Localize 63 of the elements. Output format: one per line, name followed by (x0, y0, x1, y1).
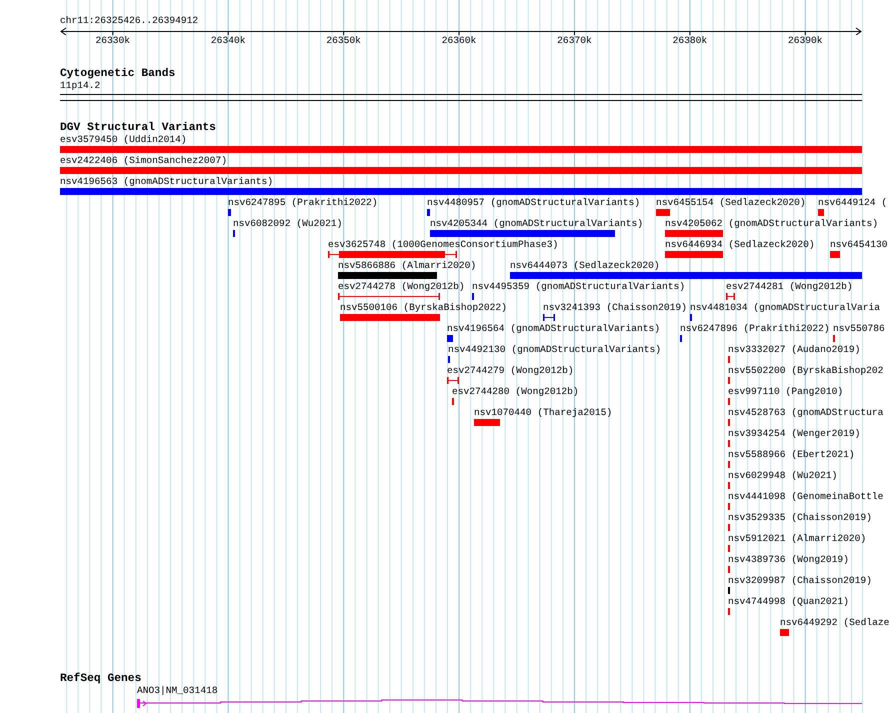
tick-label: 26330k (96, 35, 130, 47)
variant-label: nsv6247896 (Prakrithi2022) (680, 323, 830, 335)
tick-label: 26390k (788, 35, 823, 47)
variant-label: nsv6446934 (Sedlazeck2020) (664, 239, 815, 251)
variant-label: nsv550786 (832, 323, 885, 335)
variant-bar[interactable] (448, 356, 450, 363)
variant-label: nsv4205062 (gnomADStructuralVariants) (664, 218, 878, 230)
variant-label: nsv3209987 (Chaisson2019) (728, 575, 872, 587)
gene-label: ANO3|NM_031418 (136, 685, 218, 697)
variant-label: nsv5500106 (ByrskaBishop2022) (340, 302, 507, 314)
variant-label: nsv3241393 (Chaisson2019) (542, 302, 687, 314)
variant-label: nsv6444073 (Sedlazeck2020) (510, 260, 660, 272)
variant-label: nsv4481034 (gnomADStructuralVaria (690, 302, 880, 314)
tick-label: 26370k (557, 35, 592, 47)
variant-label: esv2744281 (Wong2012b) (726, 281, 853, 293)
variant-label: esv2744279 (Wong2012b) (446, 365, 574, 377)
variant-label: esv2744280 (Wong2012b) (452, 386, 579, 398)
variant-label: nsv4196563 (gnomADStructuralVariants) (60, 176, 274, 188)
variant-bar[interactable] (542, 314, 555, 321)
variant-label: nsv6454130 (830, 239, 888, 251)
variant-label: esv2422406 (SimonSanchez2007) (60, 155, 227, 167)
variant-label: nsv6455154 (Sedlazeck2020) (656, 197, 806, 209)
variant-label: nsv6082092 (Wu2021) (233, 218, 342, 230)
variant-label: esv997110 (Pang2010) (728, 386, 844, 398)
variant-label: nsv4480957 (gnomADStructuralVariants) (426, 197, 640, 209)
variant-label: nsv5502200 (ByrskaBishop202 (728, 365, 884, 377)
variant-label: nsv3529335 (Chaisson2019) (728, 512, 872, 524)
variant-label: nsv1070440 (Thareja2015) (474, 407, 612, 419)
variant-bar[interactable] (446, 335, 453, 342)
location-label: chr11:26325426..26394912 (60, 15, 198, 27)
variant-bar[interactable] (426, 209, 430, 216)
variant-bar[interactable] (472, 293, 474, 300)
variant-label: nsv4441098 (GenomeinaBottle (728, 491, 884, 503)
band-label: 11p14.2 (60, 80, 100, 92)
variant-bar[interactable] (728, 587, 730, 594)
track-title: Cytogenetic Bands (60, 68, 176, 80)
variant-label: nsv6449124 ( (818, 197, 888, 209)
gene-model-drawing[interactable] (136, 697, 862, 709)
variant-label: esv3625748 (1000GenomesConsortiumPhase3) (328, 239, 558, 251)
variant-label: nsv5866886 (Almarri2020) (338, 260, 476, 272)
tick-label: 26360k (442, 35, 476, 47)
variant-label: nsv4205344 (gnomADStructuralVariants) (430, 218, 644, 230)
variant-label: nsv4389736 (Wong2019) (728, 554, 849, 566)
variant-label: nsv3332027 (Audano2019) (728, 344, 860, 356)
variant-label: nsv5912021 (Almarri2020) (728, 533, 866, 545)
variant-label: nsv4196564 (gnomADStructuralVariants) (446, 323, 660, 335)
variant-label: nsv6029948 (Wu2021) (728, 470, 838, 482)
variant-label: nsv6247895 (Prakrithi2022) (228, 197, 378, 209)
track-title: RefSeq Genes (60, 673, 142, 685)
variant-label: esv3579450 (Uddin2014) (60, 134, 187, 146)
variant-label: nsv4492130 (gnomADStructuralVariants) (448, 344, 662, 356)
tick-label: 26380k (672, 35, 708, 47)
variant-label: nsv4744998 (Quan2021) (728, 596, 849, 608)
tick-label: 26350k (326, 35, 361, 47)
tick-label: 26340k (210, 35, 246, 47)
variant-label: nsv5588966 (Ebert2021) (728, 449, 855, 461)
variant-label: nsv3934254 (Wenger2019) (728, 428, 860, 440)
track-title: DGV Structural Variants (60, 122, 216, 134)
variant-label: nsv4528763 (gnomADStructura (728, 407, 884, 419)
variant-label: nsv6449292 (Sedlaze (780, 617, 890, 629)
variant-label: nsv4495359 (gnomADStructuralVariants) (472, 281, 686, 293)
variant-bar[interactable] (680, 335, 682, 342)
variant-label: esv2744278 (Wong2012b) (338, 281, 465, 293)
